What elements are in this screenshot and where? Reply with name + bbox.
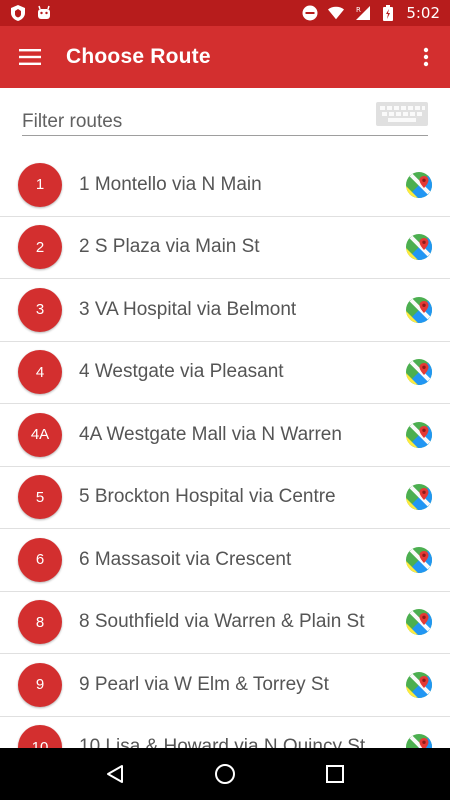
status-right: R 5:02: [302, 4, 440, 22]
google-maps-icon[interactable]: [405, 608, 433, 636]
shield-icon: [10, 5, 26, 21]
route-row[interactable]: 9 9 Pearl via W Elm & Torrey St: [0, 654, 450, 717]
signal-icon: R: [354, 5, 371, 21]
back-icon: [107, 765, 123, 783]
route-row[interactable]: 2 2 S Plaza via Main St: [0, 217, 450, 279]
app-bar: Choose Route: [0, 26, 450, 88]
google-maps-icon[interactable]: [405, 733, 433, 748]
google-maps-icon[interactable]: [405, 233, 433, 261]
do-not-disturb-icon: [302, 5, 318, 21]
menu-button[interactable]: [0, 26, 60, 88]
route-label: 3 VA Hospital via Belmont: [79, 298, 297, 320]
route-label: 8 Southfield via Warren & Plain St: [79, 611, 365, 633]
route-row[interactable]: 4A 4A Westgate Mall via N Warren: [0, 404, 450, 467]
route-number-badge: 1: [18, 162, 62, 207]
keyboard-icon[interactable]: [376, 102, 428, 126]
route-label: 10 Lisa & Howard via N Quincy St: [79, 736, 366, 748]
route-number-badge: 9: [18, 662, 62, 707]
route-label: 4 Westgate via Pleasant: [79, 361, 284, 383]
status-left: [10, 5, 52, 21]
route-number-badge: 4A: [18, 412, 62, 457]
route-label: 4A Westgate Mall via N Warren: [79, 423, 342, 445]
route-label: 9 Pearl via W Elm & Torrey St: [79, 673, 329, 695]
back-button[interactable]: [95, 754, 135, 794]
route-label: 6 Massasoit via Crescent: [79, 548, 292, 570]
route-list: 1 1 Montello via N Main 2 2 S Plaza via …: [0, 154, 450, 748]
route-label: 2 S Plaza via Main St: [79, 236, 260, 258]
filter-bar: [0, 88, 450, 154]
recents-button[interactable]: [315, 754, 355, 794]
route-number-badge: 4: [18, 350, 62, 395]
clock-time: 5:02: [406, 4, 440, 22]
recents-icon: [326, 765, 344, 783]
route-row[interactable]: 10 10 Lisa & Howard via N Quincy St: [0, 717, 450, 748]
svg-text:R: R: [356, 6, 361, 14]
google-maps-icon[interactable]: [405, 483, 433, 511]
hamburger-icon: [19, 49, 41, 65]
route-number-badge: 8: [18, 600, 62, 645]
status-bar: R 5:02: [0, 0, 450, 26]
filter-routes-input[interactable]: [22, 108, 428, 136]
route-number-badge: 5: [18, 475, 62, 520]
route-label: 1 Montello via N Main: [79, 173, 262, 195]
google-maps-icon[interactable]: [405, 421, 433, 449]
google-maps-icon[interactable]: [405, 358, 433, 386]
route-label: 5 Brockton Hospital via Centre: [79, 486, 336, 508]
google-maps-icon[interactable]: [405, 171, 433, 199]
route-number-badge: 10: [18, 725, 62, 748]
route-number-badge: 3: [18, 287, 62, 332]
route-row[interactable]: 3 3 VA Hospital via Belmont: [0, 279, 450, 342]
route-row[interactable]: 5 5 Brockton Hospital via Centre: [0, 467, 450, 529]
route-number-badge: 6: [18, 537, 62, 582]
system-nav-bar: [0, 748, 450, 800]
route-row[interactable]: 6 6 Massasoit via Crescent: [0, 529, 450, 592]
home-button[interactable]: [205, 754, 245, 794]
route-row[interactable]: 4 4 Westgate via Pleasant: [0, 342, 450, 404]
overflow-menu-button[interactable]: [402, 26, 450, 88]
battery-icon: [380, 5, 396, 21]
home-icon: [215, 764, 235, 784]
wifi-icon: [328, 5, 345, 21]
google-maps-icon[interactable]: [405, 296, 433, 324]
google-maps-icon[interactable]: [405, 546, 433, 574]
route-row[interactable]: 1 1 Montello via N Main: [0, 154, 450, 217]
route-row[interactable]: 8 8 Southfield via Warren & Plain St: [0, 592, 450, 654]
page-title: Choose Route: [66, 45, 211, 68]
google-maps-icon[interactable]: [405, 671, 433, 699]
route-number-badge: 2: [18, 225, 62, 270]
more-vert-icon: [423, 47, 429, 67]
android-icon: [36, 5, 52, 21]
